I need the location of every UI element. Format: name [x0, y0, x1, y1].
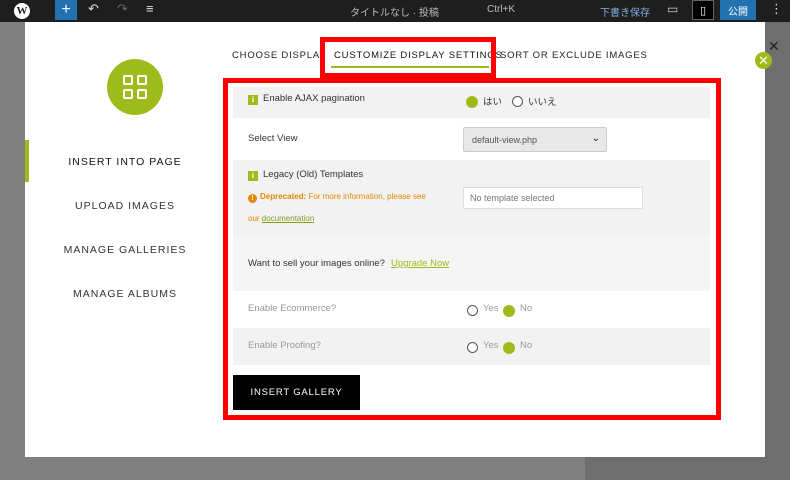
publish-button[interactable]: 公開: [720, 0, 756, 20]
document-title[interactable]: タイトルなし · 投稿: [350, 4, 439, 19]
command-shortcut: Ctrl+K: [487, 4, 516, 15]
tab-choose-display[interactable]: CHOOSE DISPLAY: [232, 50, 326, 61]
wordpress-logo-icon[interactable]: W: [0, 0, 44, 22]
sidebar-close-icon: ✕: [768, 38, 780, 54]
gallery-grid-logo-icon: [107, 59, 163, 115]
nav-upload-images[interactable]: UPLOAD IMAGES: [25, 184, 225, 228]
nav-manage-albums[interactable]: MANAGE ALBUMS: [25, 272, 225, 316]
nav-manage-galleries[interactable]: MANAGE GALLERIES: [25, 228, 225, 272]
nav-insert-into-page[interactable]: INSERT INTO PAGE: [25, 140, 225, 184]
undo-icon[interactable]: ↶: [88, 1, 99, 17]
tab-sort-or-exclude-images[interactable]: SORT OR EXCLUDE IMAGES: [500, 50, 648, 61]
sidebar-settings-icon[interactable]: ▯: [692, 0, 714, 20]
highlight-connector: [320, 73, 496, 83]
tab-highlight-box: [320, 37, 496, 78]
close-circle-icon[interactable]: ✕: [755, 52, 772, 69]
more-vertical-icon[interactable]: ⋮: [770, 1, 783, 17]
editor-top-bar: W + ↶ ↷ ≡ タイトルなし · 投稿 Ctrl+K 下書き保存 ▭ ▯ 公…: [0, 0, 790, 22]
modal-side-nav: INSERT INTO PAGE UPLOAD IMAGES MANAGE GA…: [25, 140, 225, 316]
list-view-icon[interactable]: ≡: [146, 1, 154, 16]
panel-highlight-box: [223, 78, 721, 420]
add-block-button[interactable]: +: [55, 0, 77, 20]
desktop-preview-icon[interactable]: ▭: [667, 2, 678, 16]
redo-icon[interactable]: ↷: [117, 1, 128, 17]
save-draft-button[interactable]: 下書き保存: [600, 4, 650, 19]
